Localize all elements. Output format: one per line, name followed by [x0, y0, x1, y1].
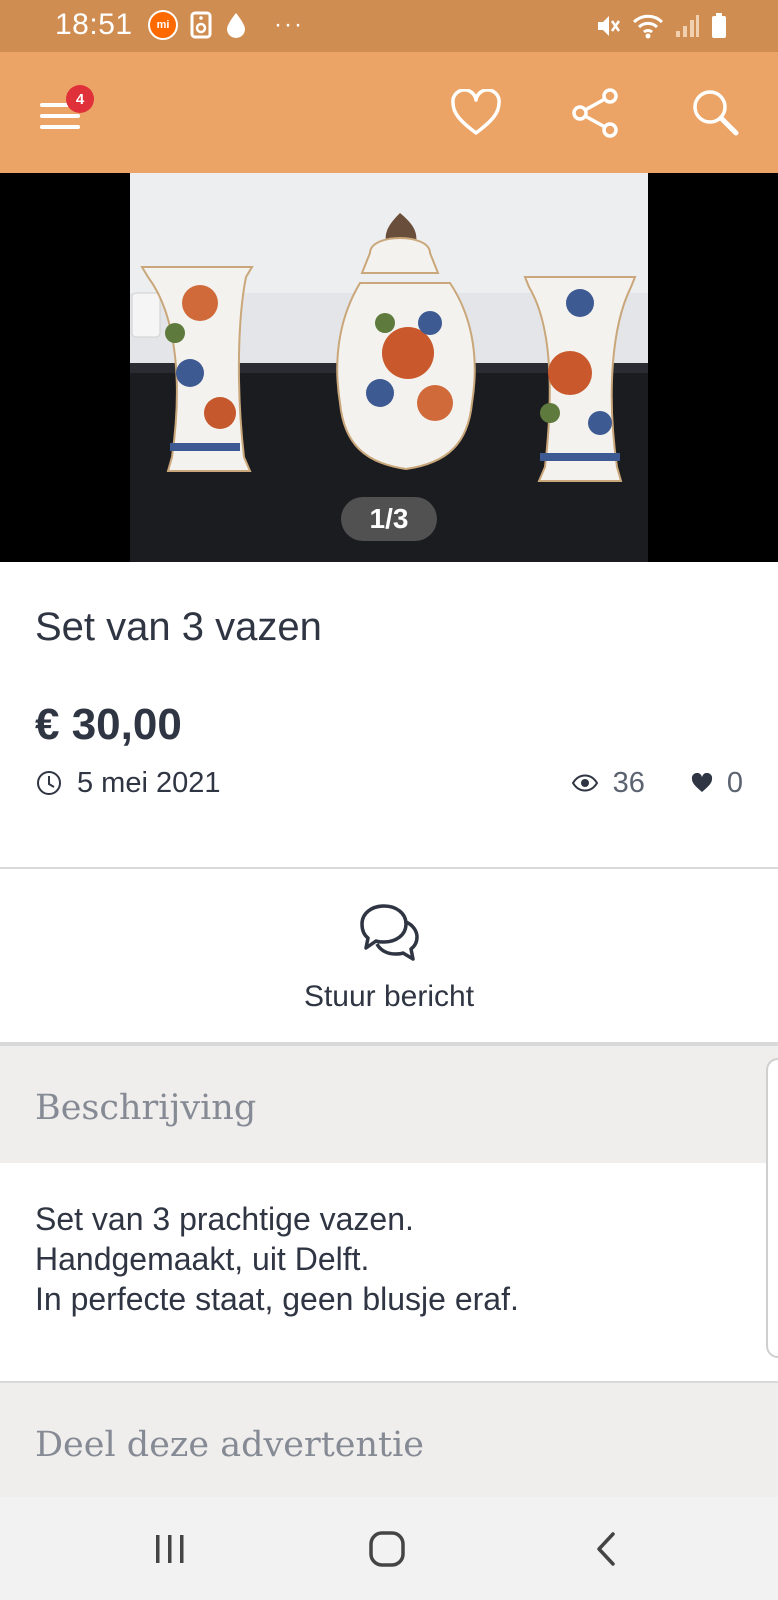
listing-meta: 5 mei 2021 36 0: [35, 765, 743, 801]
send-message-label: Stuur bericht: [303, 980, 475, 1013]
share-button[interactable]: [568, 85, 624, 141]
search-icon: [693, 90, 739, 136]
heart-icon: [451, 89, 501, 135]
heart-filled-icon: [691, 773, 712, 792]
listing-date-group: 5 mei 2021: [35, 767, 221, 800]
eye-icon: [571, 774, 598, 792]
description-line: Handgemaakt, uit Delft.: [35, 1241, 370, 1277]
image-counter: 1/3: [341, 497, 437, 541]
drop-icon: [227, 13, 245, 38]
share-heading[interactable]: Deel deze advertentie: [35, 1425, 424, 1465]
status-left-icons: mi ···: [148, 10, 304, 40]
status-bar: 18:51 mi ···: [0, 0, 778, 52]
chat-bubbles-icon: [360, 904, 419, 961]
description-line: In perfecte staat, geen blusje eraf.: [35, 1281, 519, 1317]
views-count: 36: [612, 766, 645, 799]
mi-app-icon: mi: [148, 10, 178, 40]
clock-icon: [37, 771, 61, 795]
app-bar: 4: [0, 52, 778, 173]
share-icon: [572, 88, 618, 138]
divider: [0, 867, 778, 869]
views-stat: 36: [571, 767, 645, 800]
listing-title: Set van 3 vazen: [35, 605, 322, 649]
scroll-handle[interactable]: [766, 1058, 778, 1358]
back-icon: [597, 1532, 615, 1566]
listing-stats: 36 0: [571, 767, 743, 800]
image-gallery[interactable]: 1/3: [0, 173, 778, 562]
battery-icon: [712, 13, 726, 38]
status-time: 18:51: [55, 8, 133, 41]
description-heading: Beschrijving: [35, 1088, 257, 1128]
recent-apps-icon: [156, 1535, 184, 1563]
wifi-icon: [632, 14, 664, 39]
mute-icon: [598, 16, 621, 36]
menu-badge: 4: [66, 85, 94, 113]
likes-stat: 0: [691, 767, 743, 800]
recent-apps-button[interactable]: [145, 1527, 195, 1571]
search-button[interactable]: [688, 85, 744, 141]
description-line: Set van 3 prachtige vazen.: [35, 1201, 414, 1237]
home-icon: [369, 1531, 405, 1567]
menu-button[interactable]: 4: [36, 85, 94, 143]
more-notifications-icon: ···: [274, 11, 304, 38]
status-right-icons: [594, 12, 728, 40]
listing-date: 5 mei 2021: [77, 766, 221, 799]
send-message-button[interactable]: Stuur bericht: [0, 870, 778, 1042]
back-button[interactable]: [580, 1527, 630, 1571]
listing-price: € 30,00: [35, 700, 182, 749]
likes-count: 0: [726, 766, 743, 799]
favorite-button[interactable]: [448, 85, 504, 141]
home-button[interactable]: [362, 1527, 412, 1571]
speaker-icon: [190, 11, 212, 39]
description-body: Set van 3 prachtige vazen. Handgemaakt, …: [0, 1163, 778, 1381]
signal-icon: [676, 15, 699, 37]
system-nav-bar: [0, 1497, 778, 1600]
